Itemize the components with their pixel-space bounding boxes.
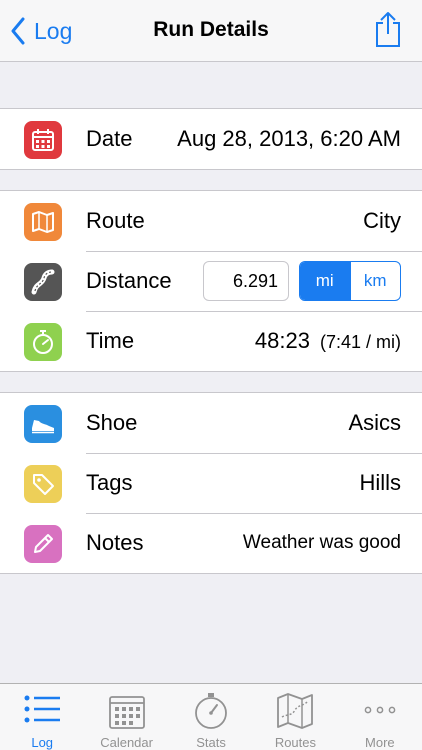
pencil-icon: [24, 525, 62, 563]
date-row[interactable]: Date Aug 28, 2013, 6:20 AM: [0, 109, 422, 169]
notes-label: Notes: [86, 530, 144, 555]
run-group: Route City Distance 6.291 mi km Time 48:…: [0, 190, 422, 372]
shoe-label: Shoe: [86, 410, 138, 435]
page-title: Run Details: [153, 18, 269, 41]
stopwatch-icon: [24, 323, 62, 361]
map-icon: [277, 693, 314, 729]
tab-bar: Log Calendar Stats Routes More: [0, 683, 422, 750]
calendar-icon: [108, 696, 145, 729]
date-label: Date: [86, 126, 133, 151]
time-row[interactable]: Time 48:23 (7:41 / mi): [0, 311, 422, 371]
time-duration: 48:23: [254, 328, 310, 353]
date-value: Aug 28, 2013, 6:20 AM: [177, 126, 401, 151]
tab-routes[interactable]: Routes: [253, 684, 337, 750]
unit-km-button[interactable]: km: [349, 262, 401, 300]
stopwatch-icon: [195, 693, 227, 729]
notes-row[interactable]: Notes Weather was good: [0, 513, 422, 573]
shoe-row[interactable]: Shoe Asics: [0, 393, 422, 453]
more-icon: [364, 706, 396, 714]
route-value: City: [363, 208, 401, 233]
shoe-icon: [24, 405, 62, 443]
tab-more[interactable]: More: [338, 684, 422, 750]
road-icon: [24, 263, 62, 301]
tab-label: Stats: [196, 735, 226, 750]
date-group: Date Aug 28, 2013, 6:20 AM: [0, 108, 422, 170]
tags-label: Tags: [86, 470, 133, 495]
distance-row: Distance 6.291 mi km: [0, 251, 422, 311]
tab-log[interactable]: Log: [0, 684, 84, 750]
route-label: Route: [86, 208, 145, 233]
tab-stats[interactable]: Stats: [169, 684, 253, 750]
notes-value: Weather was good: [242, 532, 401, 553]
calendar-icon: [24, 121, 62, 159]
unit-segmented-control: mi km: [299, 261, 401, 301]
time-label: Time: [86, 328, 135, 353]
tags-value: Hills: [359, 470, 401, 495]
distance-input[interactable]: 6.291: [203, 261, 289, 301]
time-pace: (7:41 / mi): [319, 332, 401, 352]
navigation-bar: Log Run Details: [0, 0, 422, 62]
map-icon: [24, 203, 62, 241]
distance-label: Distance: [86, 268, 172, 293]
time-value: 48:23 (7:41 / mi): [255, 328, 401, 354]
tab-calendar[interactable]: Calendar: [84, 684, 168, 750]
unit-mi-button[interactable]: mi: [300, 262, 350, 300]
share-icon: [376, 12, 400, 47]
tab-label: Routes: [274, 735, 317, 750]
tab-label: Calendar: [100, 735, 153, 750]
share-button[interactable]: [374, 10, 402, 48]
list-icon: [24, 695, 61, 723]
route-row[interactable]: Route City: [0, 191, 422, 251]
tag-icon: [24, 465, 62, 503]
tab-label: Log: [31, 735, 54, 750]
extras-group: Shoe Asics Tags Hills Notes Weather was …: [0, 392, 422, 574]
shoe-value: Asics: [348, 410, 401, 435]
tab-label: More: [365, 735, 395, 750]
tags-row[interactable]: Tags Hills: [0, 453, 422, 513]
